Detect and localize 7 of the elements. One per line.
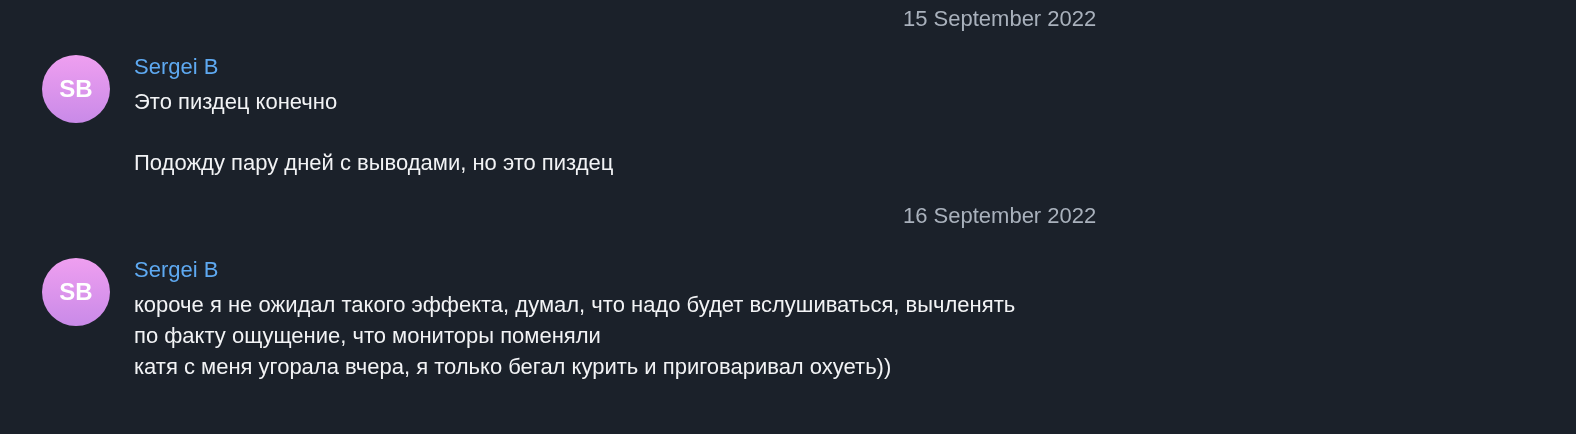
message-text: Это пиздец конечно (134, 88, 339, 116)
author-name[interactable]: Sergei B (134, 255, 1016, 285)
author-name[interactable]: Sergei B (134, 52, 614, 82)
message-text: короче я не ожидал такого эффекта, думал, что надо будет вслушиваться, вычленять по факту ощущение, что мониторы поменяли катя с меня угорала вчера, я только бегал курить и приговаривал охуеть)) (134, 291, 1016, 381)
message-text: Подожду пару дней с выводами, но это пиздец (134, 149, 614, 177)
date-label: 15 September 2022 (903, 6, 1097, 32)
date-label: 16 September 2022 (903, 203, 1097, 229)
